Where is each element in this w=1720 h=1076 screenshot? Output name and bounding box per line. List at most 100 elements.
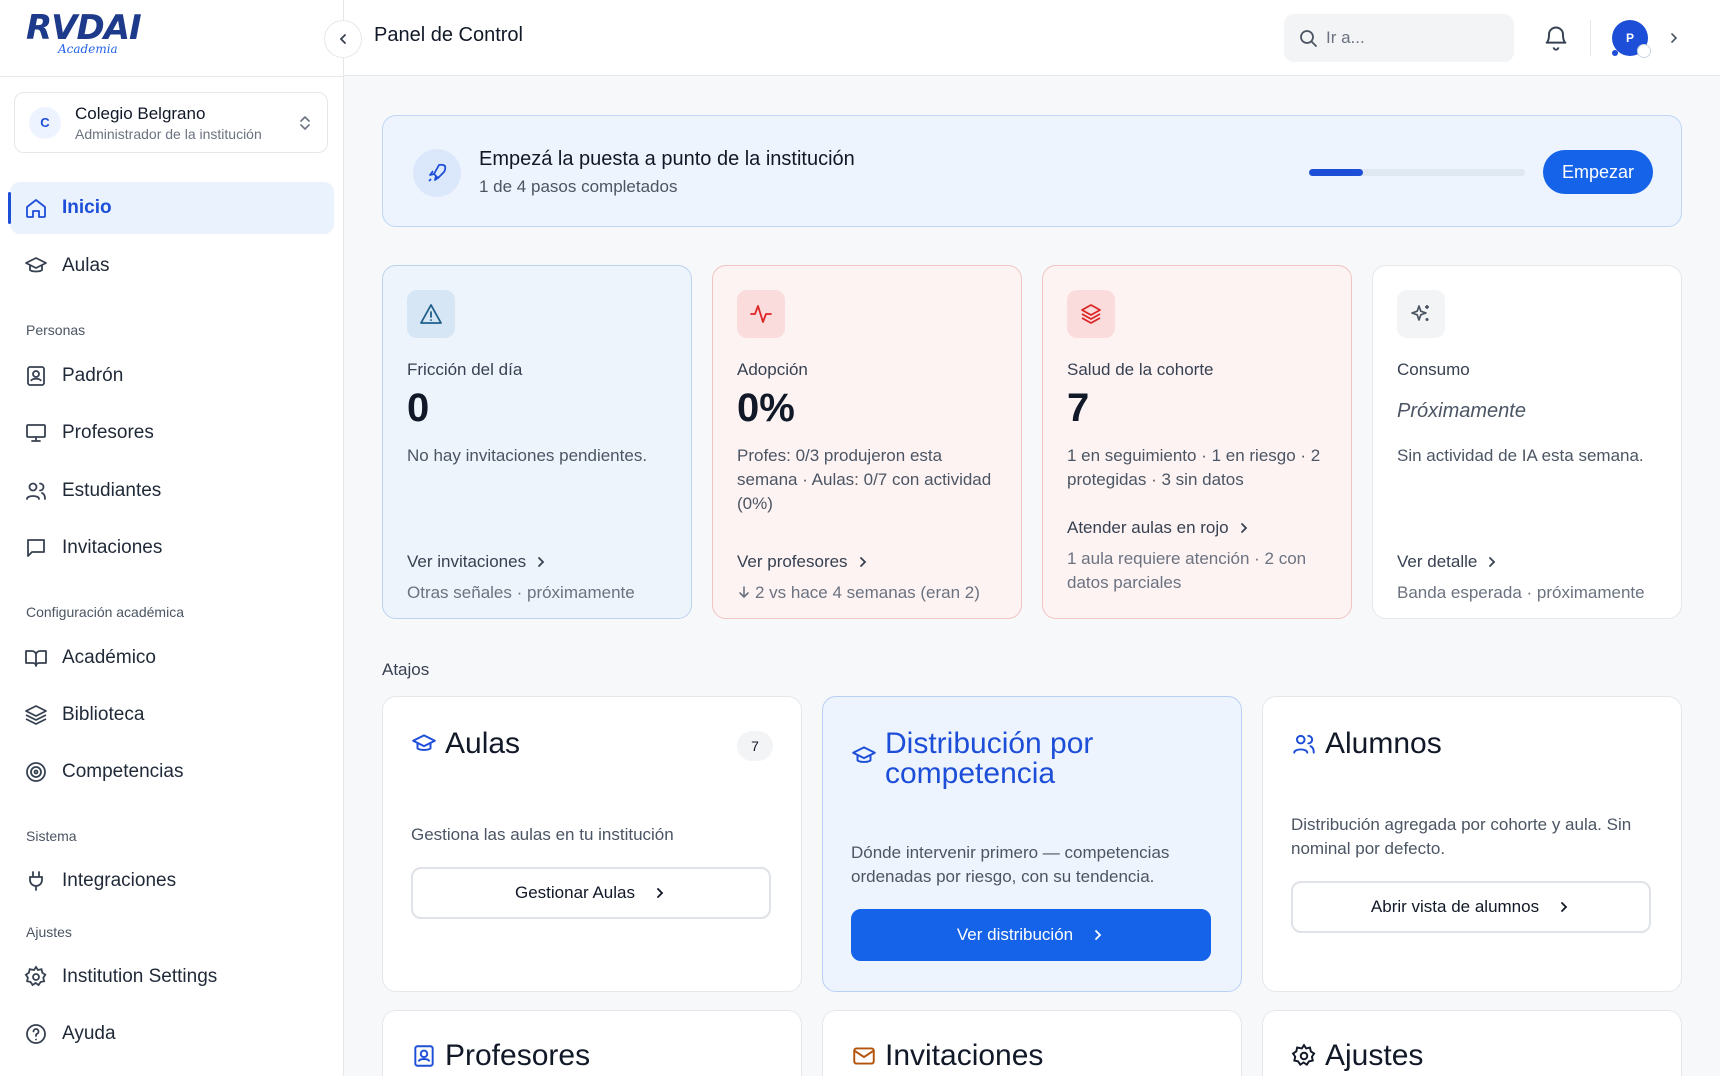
sidebar-item-label: Invitaciones xyxy=(62,537,163,558)
sidebar: RVDAI Academia C Colegio Belgrano Admini… xyxy=(0,0,344,1076)
shortcut-title: Distribución por competencia xyxy=(885,727,1094,790)
graduation-cap-icon xyxy=(25,257,47,273)
search-input[interactable] xyxy=(1326,28,1496,48)
metric-footnote: Banda esperada · próximamente xyxy=(1397,583,1645,602)
metric-label: Consumo xyxy=(1397,360,1470,379)
book-open-icon xyxy=(25,650,47,667)
mail-icon xyxy=(853,1047,875,1065)
sidebar-item-label: Inicio xyxy=(62,197,112,218)
onboarding-title: Empezá la puesta a punto de la instituci… xyxy=(479,148,855,170)
shortcut-description: Gestiona las aulas en tu institución xyxy=(411,825,674,844)
shortcuts-heading: Atajos xyxy=(382,660,430,679)
metric-description: No hay invitaciones pendientes. xyxy=(407,446,648,465)
metric-label: Adopción xyxy=(737,360,808,379)
sidebar-item-label: Profesores xyxy=(62,422,154,443)
institution-switcher[interactable]: C Colegio Belgrano Administrador de la i… xyxy=(14,92,328,153)
open-students-view-button[interactable]: Abrir vista de alumnos xyxy=(1291,881,1651,933)
home-icon xyxy=(26,199,46,218)
shortcut-card-profesores: Profesores xyxy=(382,1010,802,1076)
sidebar-item-padron[interactable]: Padrón xyxy=(10,350,334,402)
search-box[interactable] xyxy=(1284,14,1514,62)
sidebar-item-profesores[interactable]: Profesores xyxy=(10,407,334,459)
shortcut-card-aulas: Aulas 7 Gestiona las aulas en tu institu… xyxy=(382,696,802,992)
chevron-left-icon xyxy=(339,34,346,44)
graduation-cap-icon xyxy=(852,746,876,763)
onboarding-icon-wrap xyxy=(413,149,461,197)
shortcut-card-alumnos: Alumnos Distribución agregada por cohort… xyxy=(1262,696,1682,992)
sidebar-item-label: Biblioteca xyxy=(62,704,145,725)
button-label: Gestionar Aulas xyxy=(514,883,635,902)
metric-card-adopcion: Adopción 0% Profes: 0/3 produjeron esta … xyxy=(712,265,1022,619)
sparkles-icon xyxy=(1411,305,1429,321)
top-header: Panel de Control P xyxy=(324,0,1720,76)
metric-link-label: Ver profesores xyxy=(737,552,848,571)
sidebar-item-aulas[interactable]: Aulas xyxy=(10,240,334,292)
sidebar-item-competencias[interactable]: Competencias xyxy=(10,746,334,798)
sidebar-item-inicio[interactable]: Inicio xyxy=(8,182,334,234)
metric-link[interactable]: Ver invitaciones xyxy=(407,552,548,572)
section-ajustes: Ajustes xyxy=(26,924,72,940)
message-square-icon xyxy=(27,539,45,557)
contact-book-icon xyxy=(27,366,45,386)
start-button[interactable]: Empezar xyxy=(1543,150,1653,194)
chevron-right-icon[interactable] xyxy=(1666,30,1682,46)
rocket-icon xyxy=(428,163,447,182)
shortcut-card-ajustes: Ajustes xyxy=(1262,1010,1682,1076)
view-distribution-button[interactable]: Ver distribución xyxy=(851,909,1211,961)
sidebar-item-ayuda[interactable]: Ayuda xyxy=(10,1008,334,1060)
shortcut-description: Dónde intervenir primero — competencias … xyxy=(851,843,1170,886)
plug-icon xyxy=(29,871,43,891)
metric-icon-wrap xyxy=(1397,290,1445,338)
warning-triangle-icon xyxy=(420,304,442,324)
progress-fill xyxy=(1309,169,1363,176)
arrow-down-icon xyxy=(739,586,749,599)
shortcut-description: Distribución agregada por cohorte y aula… xyxy=(1291,815,1632,858)
metric-icon-wrap xyxy=(737,290,785,338)
sidebar-item-label: Aulas xyxy=(62,255,110,276)
help-circle-icon xyxy=(26,1024,46,1044)
onboarding-progress xyxy=(1309,169,1525,176)
metric-value: 0 xyxy=(407,386,430,430)
metric-link[interactable]: Ver detalle xyxy=(1397,552,1499,572)
onboarding-banner: Empezá la puesta a punto de la instituci… xyxy=(382,115,1682,227)
gear-icon xyxy=(1291,1043,1316,1067)
shortcut-card-distribucion: Distribución por competencia Dónde inter… xyxy=(822,696,1242,992)
metric-footnote-text: 2 vs hace 4 semanas (eran 2) xyxy=(755,583,980,602)
sidebar-item-academico[interactable]: Académico xyxy=(10,632,334,684)
metric-icon-wrap xyxy=(407,290,455,338)
metric-footnote: Otras señales · próximamente xyxy=(407,583,635,602)
onboarding-subtitle: 1 de 4 pasos completados xyxy=(479,177,678,196)
sidebar-item-label: Integraciones xyxy=(62,870,177,891)
avatar-badge xyxy=(1637,44,1651,58)
bell-icon[interactable] xyxy=(1542,24,1570,52)
sidebar-item-estudiantes[interactable]: Estudiantes xyxy=(10,465,334,517)
sidebar-item-integraciones[interactable]: Integraciones xyxy=(10,855,334,907)
metric-value: 7 xyxy=(1067,386,1090,430)
sidebar-item-label: Ayuda xyxy=(62,1023,116,1044)
metric-link[interactable]: Atender aulas en rojo xyxy=(1067,518,1251,538)
sidebar-item-label: Institution Settings xyxy=(62,966,218,987)
metric-footnote: 2 vs hace 4 semanas (eran 2) xyxy=(737,581,1005,605)
sidebar-item-biblioteca[interactable]: Biblioteca xyxy=(10,689,334,741)
page-title: Panel de Control xyxy=(374,24,523,46)
sidebar-item-institution-settings[interactable]: Institution Settings xyxy=(10,951,334,1003)
metric-value: 0% xyxy=(737,386,795,430)
metric-link-label: Ver invitaciones xyxy=(407,552,527,571)
shortcut-title: Aulas xyxy=(445,727,521,760)
chevron-right-icon xyxy=(859,557,866,567)
brand-logo[interactable]: RVDAI Academia xyxy=(26,8,146,68)
manage-classrooms-button[interactable]: Gestionar Aulas xyxy=(411,867,771,919)
button-label: Ver distribución xyxy=(956,925,1074,944)
presentation-icon xyxy=(26,424,46,442)
metric-label: Salud de la cohorte xyxy=(1067,360,1214,379)
collapse-sidebar-button[interactable] xyxy=(324,20,362,58)
metric-link[interactable]: Ver profesores xyxy=(737,552,870,572)
metric-link-label: Atender aulas en rojo xyxy=(1067,518,1229,537)
users-icon xyxy=(26,482,46,500)
activity-pulse-icon xyxy=(750,305,772,323)
metric-card-salud-cohorte: Salud de la cohorte 7 1 en seguimiento ·… xyxy=(1042,265,1352,619)
status-dot xyxy=(1612,50,1618,56)
count-badge: 7 xyxy=(737,731,773,761)
sidebar-item-invitaciones[interactable]: Invitaciones xyxy=(10,522,334,574)
section-sistema: Sistema xyxy=(26,828,77,844)
